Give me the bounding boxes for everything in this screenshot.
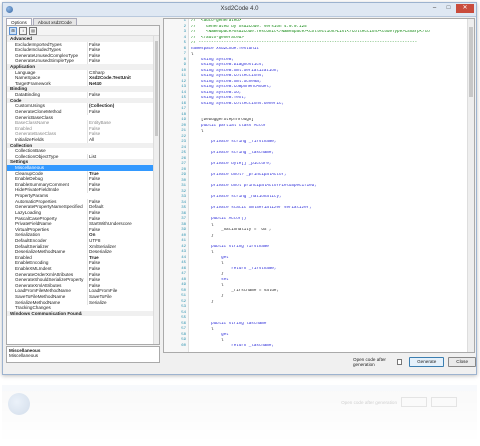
reflection-footer-label: Open code after generation <box>341 399 397 405</box>
close-button[interactable]: Close <box>448 357 476 367</box>
property-grid-scrollbar[interactable] <box>153 36 159 344</box>
reflection-footer: Open code after generation <box>341 397 457 407</box>
title-bar: Xsd2Code 4.0 – □ ✕ <box>3 3 476 17</box>
xsd2code-window: Xsd2Code 4.0 – □ ✕ Options About xsd2Cod… <box>2 2 477 375</box>
code-line: return _lastname; <box>191 343 274 348</box>
property-grid-panel: ⊞ ↕ ▤ Advanced ExcludeImportedTypes False E… <box>6 25 160 345</box>
property-grid-toolbar: ⊞ ↕ ▤ <box>7 26 159 36</box>
window-reflection: Open code after generation <box>2 385 477 440</box>
minimize-button[interactable]: – <box>428 4 441 13</box>
reflection-app-icon <box>8 393 30 415</box>
scrollbar-thumb[interactable] <box>469 27 473 97</box>
code-scrollbar[interactable] <box>467 19 474 352</box>
property-name: Windows Communication Foundation <box>10 310 82 316</box>
property-pages-icon[interactable]: ▤ <box>29 26 37 35</box>
reflection-button <box>401 397 427 407</box>
categorized-icon[interactable]: ⊞ <box>9 26 17 35</box>
maximize-button[interactable]: □ <box>442 4 455 13</box>
code-preview[interactable]: 1 2 3 4 5 6 7 8 9 10 11 12 13 14 15 16 17 18 19 20 21 22 23 24 2… <box>163 18 475 353</box>
line-number-gutter: 1 2 3 4 5 6 7 8 9 10 11 12 13 14 15 16 17 18 19 20 21 22 23 24 2… <box>164 19 189 352</box>
reflection-button <box>431 397 457 407</box>
alphabetical-sort-icon[interactable]: ↕ <box>19 26 27 35</box>
line-number: 60 <box>181 343 186 348</box>
property-list: Advanced ExcludeImportedTypes False Exclude… <box>7 36 153 344</box>
property-category[interactable]: Windows Communication Foundation <box>7 310 153 317</box>
footer-actions: Open code after generation Generate Clos… <box>353 357 476 367</box>
description-text: Miscellaneous <box>9 353 39 358</box>
window-title: Xsd2Code 4.0 <box>220 6 259 12</box>
open-after-generation-label: Open code after generation <box>353 357 386 367</box>
scrollbar-thumb[interactable] <box>155 41 158 136</box>
generate-button[interactable]: Generate <box>409 357 445 367</box>
code-line: // <NameSpace>Xsd2Code.TestUnit</NameSpa… <box>191 30 430 34</box>
code-lines: // <auto-generated>// Generated by Xsd2C… <box>191 19 467 352</box>
close-window-button[interactable]: ✕ <box>456 4 474 13</box>
property-description: Miscellaneous Miscellaneous <box>6 346 160 363</box>
window-controls: – □ ✕ <box>427 4 474 13</box>
open-after-generation-checkbox[interactable] <box>397 359 403 365</box>
